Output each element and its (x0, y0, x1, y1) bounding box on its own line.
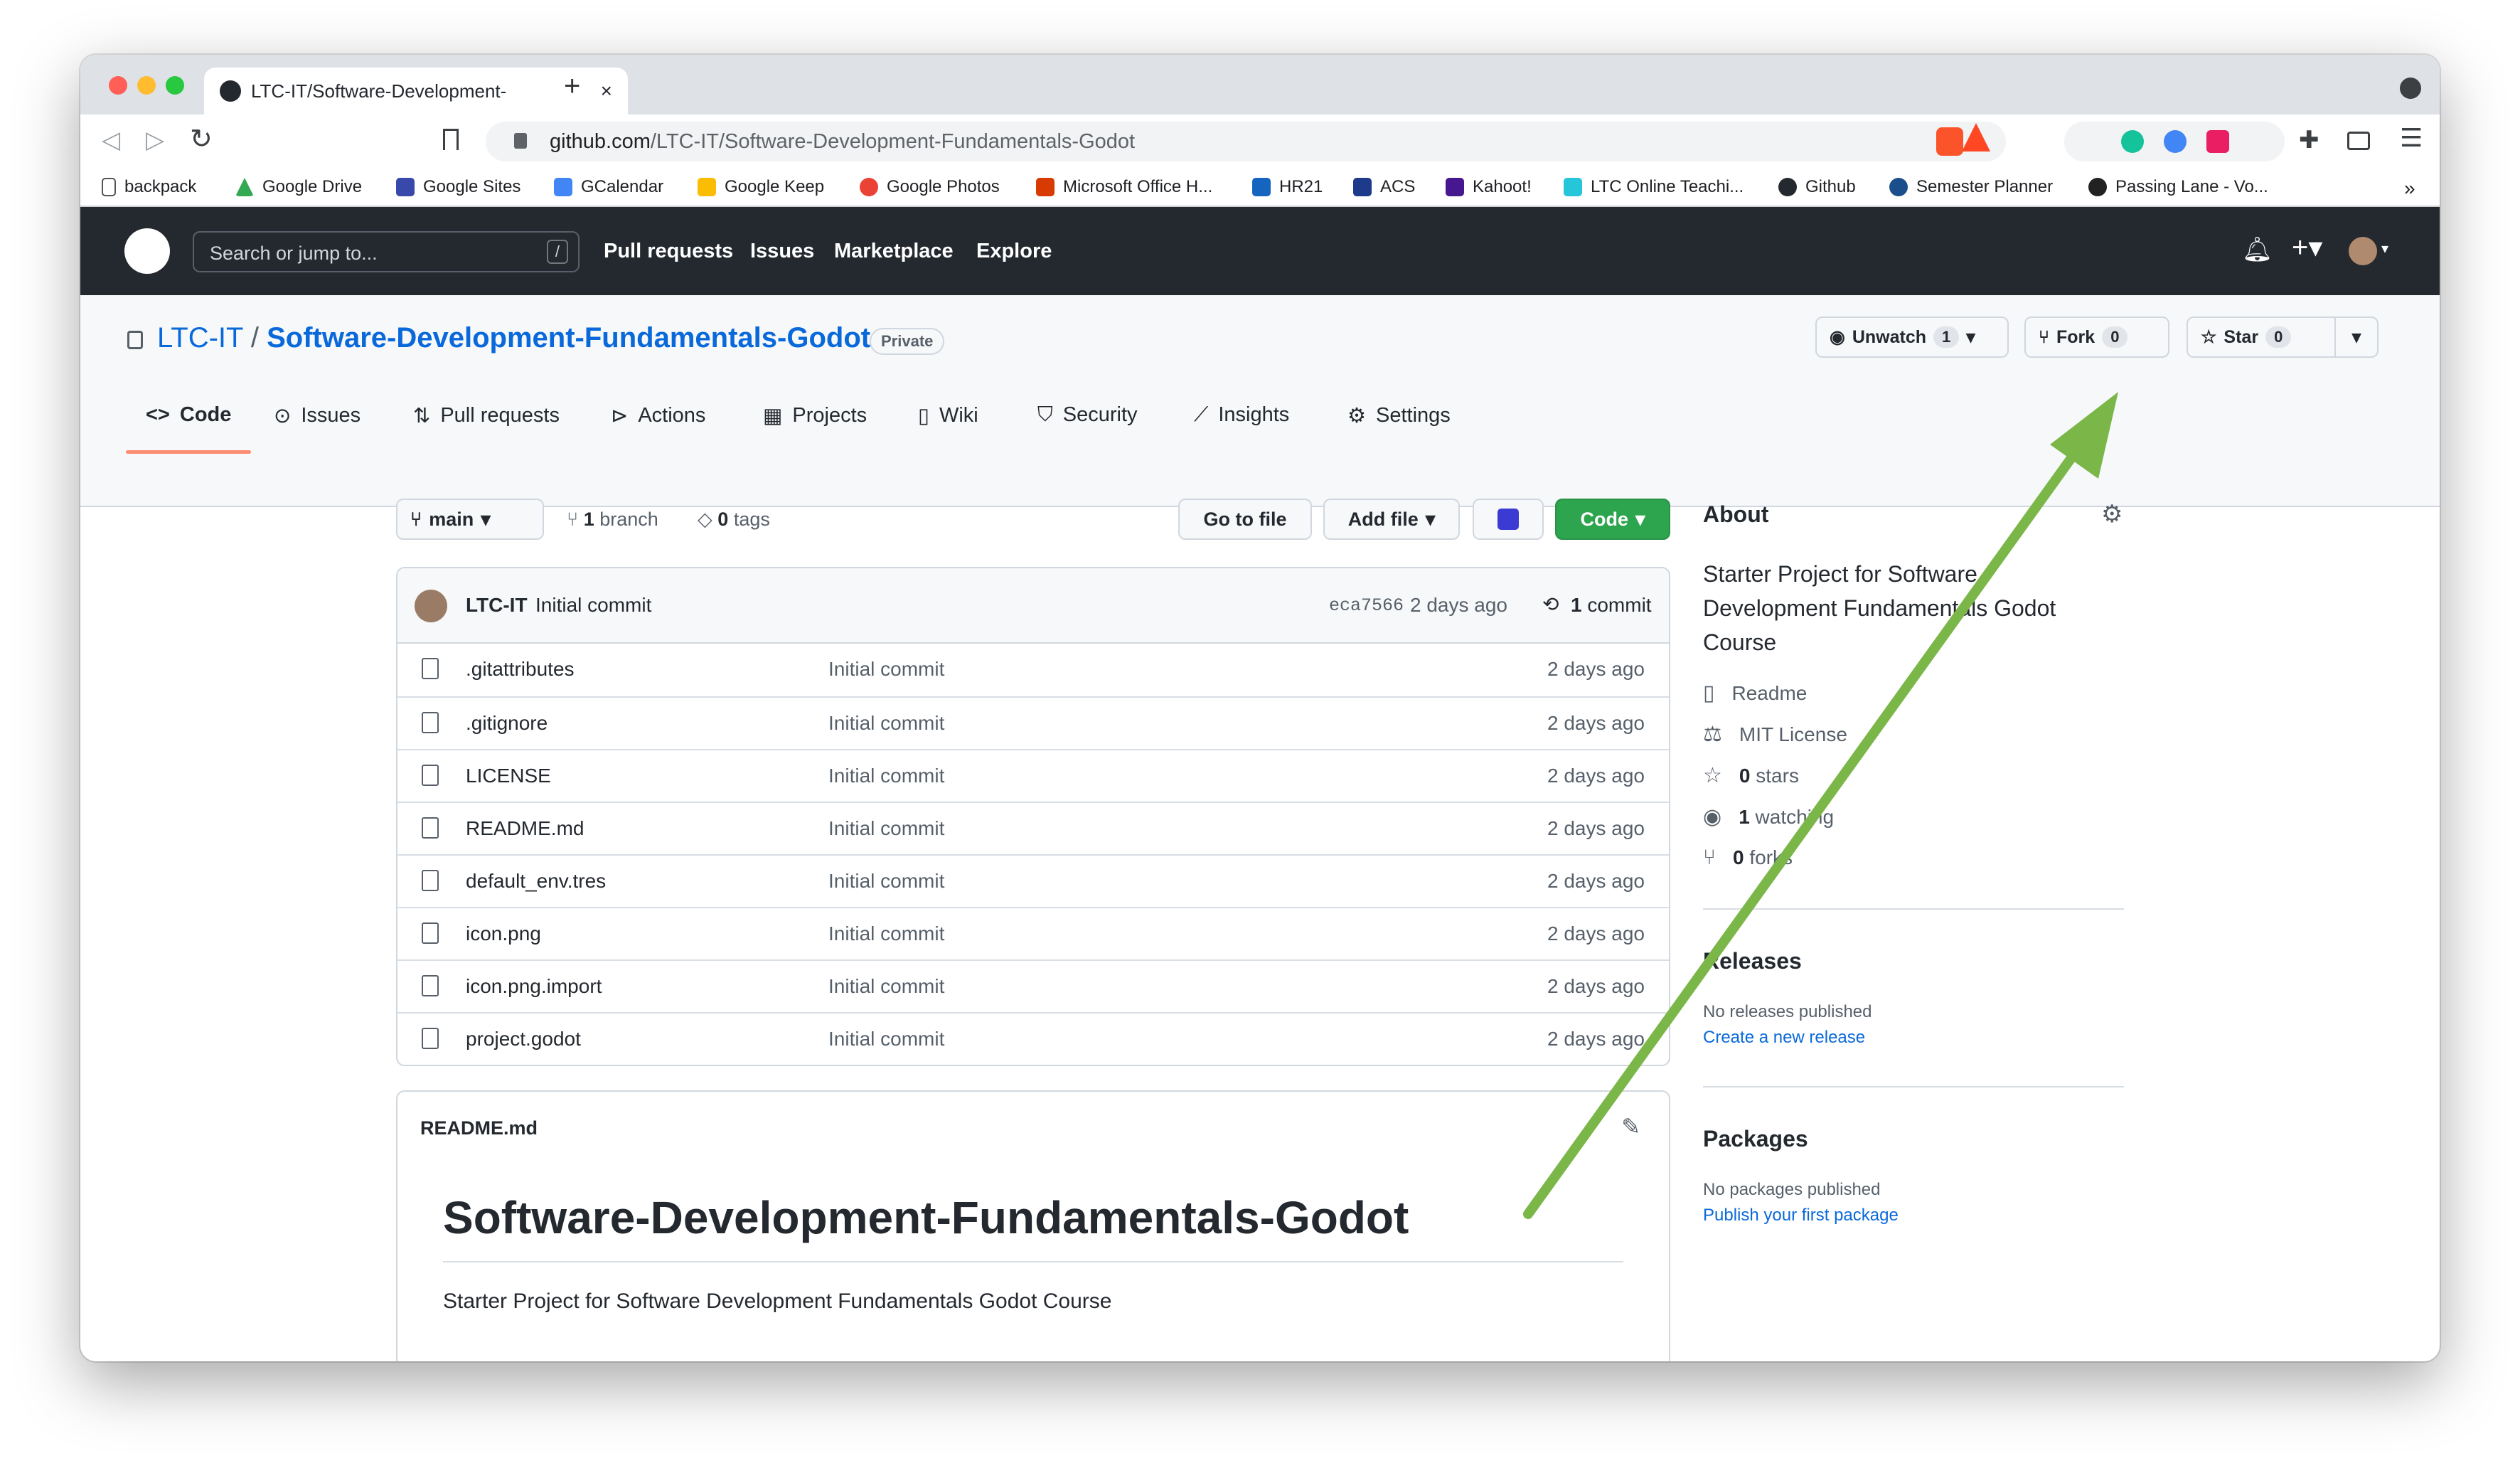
browser-window: LTC-IT/Software-Development- × + ◁ ▷ ↻ g… (80, 55, 2440, 1361)
annotation-arrow (1523, 392, 2118, 1219)
